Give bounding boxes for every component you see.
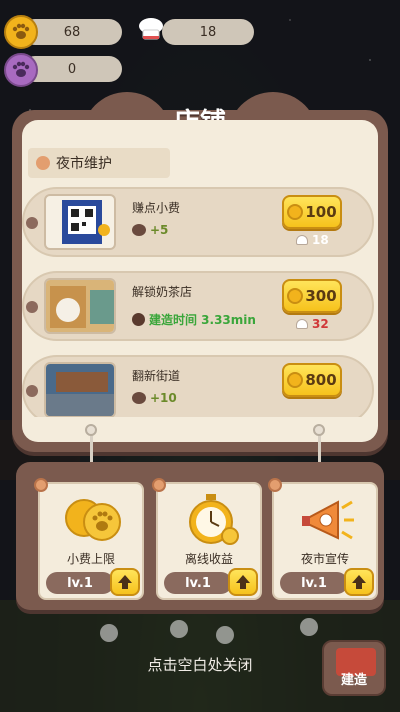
list-item: 赚点小费 +5 100 18 [22,187,374,257]
buy-button[interactable]: 100 [282,195,342,229]
clock-icon [132,313,145,326]
list-item: 翻新街道 +10 800 [22,355,374,417]
gain-value: +5 [150,223,169,237]
gain-value: +10 [150,391,177,405]
tag-icon [36,156,50,170]
chef-count: 18 [199,24,217,40]
item-gain: +5 [132,223,168,237]
chef-hat-icon [296,319,308,329]
upgrade-button[interactable] [228,568,258,596]
build-button[interactable]: 建造 [322,640,386,696]
cat-sprite [216,626,234,644]
string-knot-left [85,424,97,436]
item-image-street [44,362,116,417]
price: 800 [305,371,337,389]
list-item: 解锁奶茶店 建造时间 3.33min 300 32 [22,271,374,341]
chef-cost: 32 [296,317,329,331]
pin-icon [26,385,38,397]
item-image-qr-board [44,194,116,250]
paw-coin-icon [4,15,38,49]
level-badge: lv.1 [280,572,348,594]
buy-button[interactable]: 800 [282,363,342,397]
buy-button[interactable]: 300 [282,279,342,313]
item-image-milk-tea-shop [44,278,116,334]
pin-icon [268,478,282,492]
item-name: 解锁奶茶店 [132,285,193,299]
cat-sprite [100,624,118,642]
pin-icon [152,478,166,492]
chef-cost: 18 [296,233,329,247]
chef-cost-value: 18 [312,233,329,247]
chef-counter: 18 [162,19,254,45]
up-arrow-icon [352,575,366,589]
coin-icon [287,288,304,304]
chef-hat-icon [134,13,168,47]
pin-icon [34,478,48,492]
upgrade-card-offline-income: 离线收益 lv.1 [152,478,262,600]
build-time-text: 建造时间 3.33min [149,313,256,327]
section-label: 夜市维护 [56,156,112,172]
coin-icon [287,204,304,220]
upgrade-label: 夜市宣传 [300,552,349,566]
upgrade-label: 离线收益 [184,552,233,566]
string-knot-right [313,424,325,436]
pin-icon [26,301,38,313]
megaphone-icon [296,492,358,548]
paw-icon [132,224,146,236]
section-tab-night-market[interactable]: 夜市维护 [28,148,170,178]
item-name: 赚点小费 [132,201,181,215]
item-gain: +10 [132,391,177,405]
stopwatch-icon [180,492,242,548]
upgrade-card-promotion: 夜市宣传 lv.1 [268,478,378,600]
upgrade-button[interactable] [344,568,374,596]
paw-count: 0 [67,61,77,77]
level-badge: lv.1 [46,572,114,594]
upgrade-label: 小费上限 [66,552,115,566]
build-label: 建造 [340,673,367,688]
paw-icon [132,392,146,404]
coin-icon [287,372,304,388]
chef-cost-value: 32 [312,317,329,331]
price: 300 [305,287,337,305]
shop-item-list[interactable]: 赚点小费 +5 100 18 解锁奶茶店 建造时间 3.33min 300 32… [22,187,374,417]
price: 100 [305,203,337,221]
cat-sprite [170,620,188,638]
up-arrow-icon [118,575,132,589]
pin-icon [26,217,38,229]
coin-count: 68 [63,24,81,40]
up-arrow-icon [236,575,250,589]
level-badge: lv.1 [164,572,232,594]
upgrade-card-tip-limit: 小费上限 lv.1 [34,478,144,600]
upgrade-button[interactable] [110,568,140,596]
purple-paw-icon [4,53,38,87]
paw-coins-icon [62,492,124,548]
build-time: 建造时间 3.33min [132,311,256,328]
chef-hat-icon [296,235,308,245]
item-name: 翻新街道 [132,369,181,383]
cat-sprite [300,618,318,636]
